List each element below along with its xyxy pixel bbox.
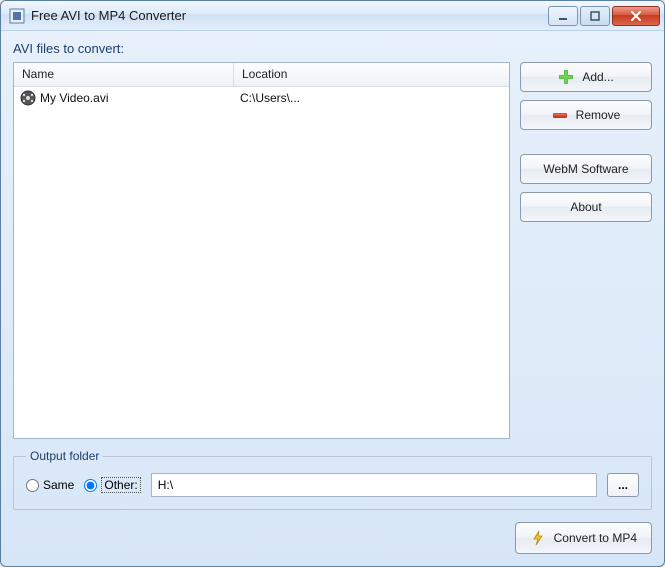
radio-other-input[interactable]	[84, 479, 97, 492]
remove-button-label: Remove	[576, 108, 621, 122]
close-button[interactable]	[612, 6, 660, 26]
output-path-input[interactable]	[151, 473, 597, 497]
cell-location: C:\Users\...	[234, 89, 509, 107]
minus-icon	[552, 107, 568, 123]
about-button[interactable]: About	[520, 192, 652, 222]
output-row: Same Other: ...	[26, 473, 639, 497]
list-header: Name Location	[14, 63, 509, 87]
convert-button-label: Convert to MP4	[554, 531, 637, 545]
maximize-button[interactable]	[580, 6, 610, 26]
remove-button[interactable]: Remove	[520, 100, 652, 130]
files-section-label: AVI files to convert:	[13, 41, 652, 56]
file-list[interactable]: Name Location	[13, 62, 510, 439]
side-button-bar: Add... Remove WebM Software A	[520, 62, 652, 439]
video-file-icon	[20, 90, 36, 106]
browse-button[interactable]: ...	[607, 473, 639, 497]
radio-same[interactable]: Same	[26, 478, 74, 492]
window-controls	[548, 6, 660, 26]
lightning-icon	[530, 530, 546, 546]
table-row[interactable]: My Video.avi C:\Users\...	[14, 87, 509, 109]
radio-other-label: Other:	[101, 477, 140, 493]
about-button-label: About	[570, 200, 601, 214]
browse-button-label: ...	[618, 478, 628, 492]
output-folder-group: Output folder Same Other: ...	[13, 449, 652, 510]
window-title: Free AVI to MP4 Converter	[31, 8, 548, 23]
upper-area: Name Location	[13, 62, 652, 439]
radio-same-label: Same	[43, 478, 74, 492]
plus-icon	[558, 69, 574, 85]
radio-same-input[interactable]	[26, 479, 39, 492]
window-frame: Free AVI to MP4 Converter AVI files to c…	[0, 0, 665, 567]
column-header-location[interactable]: Location	[234, 63, 509, 86]
app-icon	[9, 8, 25, 24]
webm-software-button[interactable]: WebM Software	[520, 154, 652, 184]
convert-button[interactable]: Convert to MP4	[515, 522, 652, 554]
file-name-text: My Video.avi	[40, 91, 108, 105]
add-button[interactable]: Add...	[520, 62, 652, 92]
titlebar[interactable]: Free AVI to MP4 Converter	[1, 1, 664, 31]
radio-other[interactable]: Other:	[84, 477, 140, 493]
column-header-name[interactable]: Name	[14, 63, 234, 86]
footer: Convert to MP4	[13, 522, 652, 554]
minimize-button[interactable]	[548, 6, 578, 26]
add-button-label: Add...	[582, 70, 613, 84]
output-legend: Output folder	[26, 449, 103, 463]
webm-button-label: WebM Software	[543, 162, 628, 176]
client-area: AVI files to convert: Name Location	[1, 31, 664, 566]
cell-name: My Video.avi	[14, 88, 234, 108]
list-body[interactable]: My Video.avi C:\Users\...	[14, 87, 509, 438]
